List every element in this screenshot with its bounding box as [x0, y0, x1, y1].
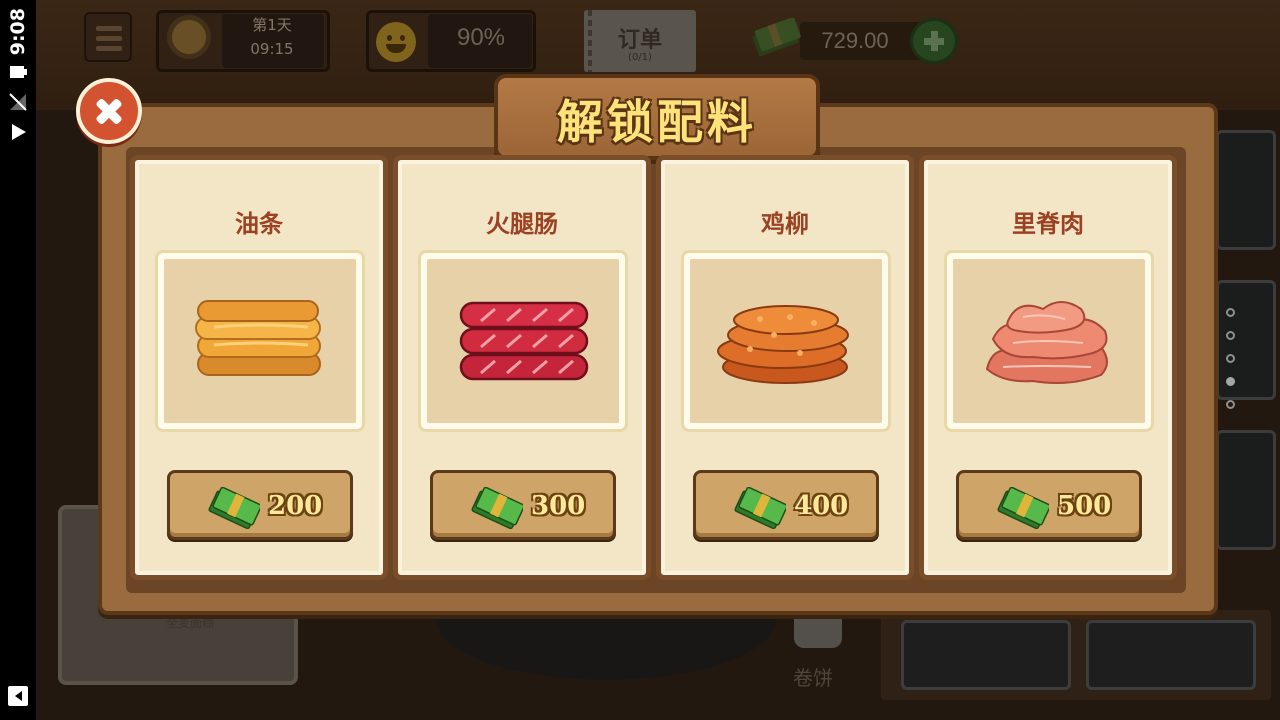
price-label: 500 — [1057, 491, 1112, 521]
price-label: 200 — [268, 491, 323, 521]
ingredient-card-chicken: 鸡柳 400 — [656, 155, 914, 580]
buy-button[interactable]: 400 — [693, 470, 879, 540]
cash-icon — [208, 487, 260, 529]
ingredient-image-frame — [155, 250, 365, 432]
tenderloin-icon — [985, 301, 1108, 384]
buy-button[interactable]: 500 — [956, 470, 1142, 540]
cash-icon — [997, 487, 1049, 529]
cash-icon — [471, 487, 523, 529]
price-label: 300 — [531, 491, 586, 521]
ingredient-name: 油条 — [235, 210, 283, 238]
ingredient-image-frame — [681, 250, 891, 432]
price-label: 400 — [794, 491, 849, 521]
close-button[interactable] — [76, 78, 142, 144]
buy-button[interactable]: 200 — [167, 470, 353, 540]
ingredient-card-youtiao: 油条 200 — [130, 155, 388, 580]
wifi-icon — [12, 124, 26, 140]
status-time: 9:08 — [7, 8, 29, 56]
ingredient-image-frame — [944, 250, 1154, 432]
chicken-strips-icon — [717, 305, 849, 384]
youtiao-icon — [195, 300, 321, 376]
ingredient-card-sausage: 火腿肠 300 — [393, 155, 651, 580]
ingredient-name: 里脊肉 — [1012, 210, 1084, 238]
ingredient-image-frame — [418, 250, 628, 432]
buy-button[interactable]: 300 — [430, 470, 616, 540]
ingredient-card-tenderloin: 里脊肉 500 — [919, 155, 1177, 580]
ingredient-name: 火腿肠 — [486, 210, 558, 238]
no-signal-icon — [9, 93, 27, 111]
notification-icon — [8, 686, 28, 706]
sausage-icon — [459, 301, 589, 381]
status-bar: 9:08 — [0, 0, 36, 720]
ingredient-name: 鸡柳 — [761, 210, 809, 238]
cash-icon — [734, 487, 786, 529]
dialog-title: 解锁配料 — [557, 95, 757, 149]
battery-icon — [10, 66, 27, 78]
game-screen: 全麦面糊 卷饼 第1天 09:15 90% 订单 (0/1) 729.00 解锁… — [36, 0, 1280, 720]
